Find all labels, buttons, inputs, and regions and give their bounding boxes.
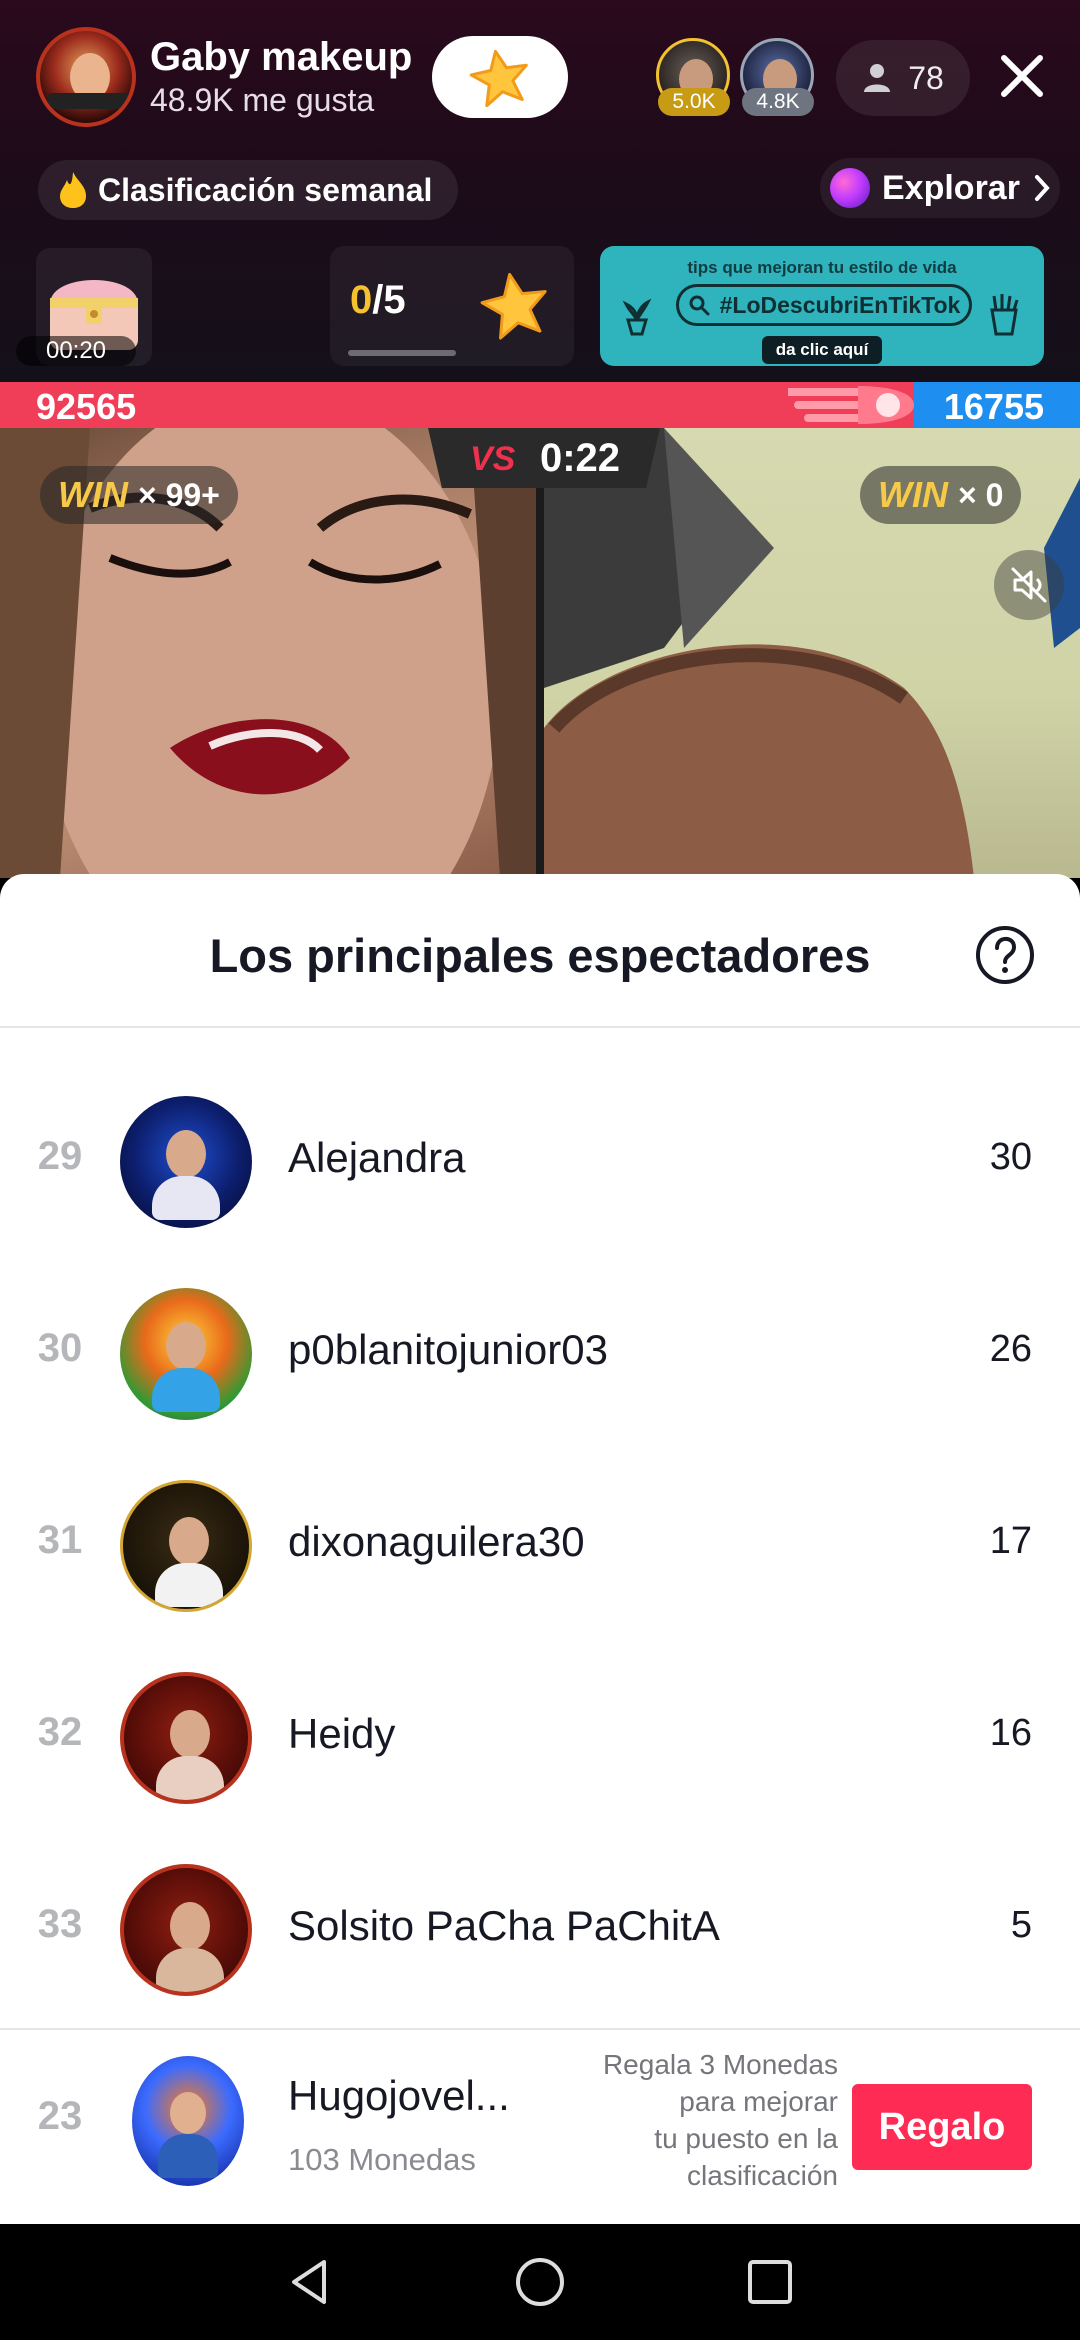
list-item[interactable]: 32 Heidy 16 <box>0 1642 1080 1834</box>
flame-icon <box>60 172 86 208</box>
sheet-divider <box>0 1026 1080 1028</box>
list-item[interactable]: 33 Solsito PaCha PaChitA 5 <box>0 1834 1080 2026</box>
recent-apps-icon[interactable] <box>740 2252 800 2312</box>
rank-number: 30 <box>37 1326 83 1370</box>
promo-banner[interactable]: tips que mejoran tu estilo de vida #LoDe… <box>600 246 1044 366</box>
battle-bar-left <box>0 382 914 428</box>
weekly-ranking-button[interactable]: Clasificación semanal <box>38 160 459 220</box>
battle-score-right: 16755 <box>943 386 1044 427</box>
promo-hashtag: #LoDescubriEnTikTok <box>676 284 972 326</box>
video-divider <box>536 428 544 878</box>
my-ranking-row: 23 Hugojovel... 103 Monedas Regala 3 Mon… <box>0 2028 1080 2224</box>
plant-icon <box>622 298 652 336</box>
viewer-count-value: 78 <box>908 59 944 96</box>
username: Solsito PaCha PaChitA <box>288 1902 720 1949</box>
battle-timer-value: 0:22 <box>539 435 621 480</box>
my-avatar[interactable] <box>132 2056 244 2186</box>
list-item[interactable]: 30 p0blanitojunior03 26 <box>0 1258 1080 1450</box>
search-icon <box>689 295 710 316</box>
host-profile[interactable]: Gaby makeup 48.9K me gusta <box>36 24 412 130</box>
host-avatar[interactable] <box>36 27 136 127</box>
live-header: Gaby makeup 48.9K me gusta 5.0K 4.8K 78 … <box>0 0 1080 382</box>
rank-number: 33 <box>37 1902 83 1946</box>
list-item[interactable]: 29 Alejandra 30 <box>0 1066 1080 1258</box>
username: p0blanitojunior03 <box>288 1326 608 1373</box>
svg-text:VS: VS <box>470 440 516 478</box>
avatar[interactable] <box>120 1672 252 1804</box>
system-nav-bar <box>0 2224 1080 2340</box>
back-icon[interactable] <box>280 2252 340 2312</box>
goal-progress-bar <box>348 350 456 356</box>
top-viewer-badge: 4.8K <box>742 88 814 116</box>
avatar[interactable] <box>120 1096 252 1228</box>
rank-number: 31 <box>37 1518 83 1562</box>
coin-score: 30 <box>989 1136 1032 1178</box>
close-icon[interactable] <box>990 44 1054 108</box>
gift-hint: Regala 3 Monedas para mejorar tu puesto … <box>602 2049 838 2191</box>
battle-score-left: 92565 <box>36 386 137 427</box>
avatar[interactable] <box>120 1480 252 1612</box>
gift-goal[interactable]: 0/5 <box>330 246 574 366</box>
username: Alejandra <box>288 1134 466 1181</box>
battle-score-bar: 92565 16755 <box>0 382 1080 428</box>
my-username: Hugojovel... <box>288 2072 510 2119</box>
mute-button[interactable] <box>994 550 1064 620</box>
avatar[interactable] <box>120 1864 252 1996</box>
sheet-title: Los principales espectadores <box>209 929 871 982</box>
star-icon <box>469 49 528 107</box>
follow-star-button[interactable] <box>432 36 568 118</box>
top-viewers-sheet: Los principales espectadores 29 Alejandr… <box>0 874 1080 2224</box>
coin-score: 17 <box>989 1520 1032 1562</box>
home-icon[interactable] <box>510 2252 570 2312</box>
my-rank-number: 23 <box>37 2094 83 2138</box>
gift-button[interactable]: Regalo <box>852 2084 1032 2170</box>
avatar[interactable] <box>120 1288 252 1420</box>
battle-flame-icon <box>788 386 914 424</box>
fries-icon <box>990 294 1019 336</box>
my-coins: 103 Monedas <box>288 2142 476 2177</box>
weekly-ranking-label: Clasificación semanal <box>98 171 433 208</box>
explore-button[interactable]: Explorar <box>820 158 1060 218</box>
rank-number: 29 <box>37 1134 83 1178</box>
promo-cta[interactable]: da clic aquí <box>762 336 882 364</box>
username: Heidy <box>288 1710 396 1757</box>
win-streak-right: WIN × 0 <box>860 466 1022 524</box>
speaker-muted-icon <box>1011 567 1047 603</box>
star-icon <box>480 272 547 340</box>
chest-timer: 00:20 <box>16 336 136 366</box>
viewer-count[interactable]: 78 <box>836 40 970 116</box>
planet-icon <box>830 168 870 208</box>
win-streak-left: WIN × 99+ <box>40 466 238 524</box>
coin-score: 5 <box>1010 1904 1032 1946</box>
list-item[interactable]: 31 dixonaguilera30 17 <box>0 1450 1080 1642</box>
help-icon[interactable] <box>974 924 1036 986</box>
person-icon <box>864 64 891 92</box>
top-viewer-badge: 5.0K <box>658 88 730 116</box>
vs-icon: VS <box>470 440 516 478</box>
promo-top-text: tips que mejoran tu estilo de vida <box>687 258 957 277</box>
rank-number: 32 <box>37 1710 83 1754</box>
coin-score: 26 <box>989 1328 1032 1370</box>
battle-timer: VS 0:22 <box>428 428 660 488</box>
chevron-right-icon <box>1034 175 1050 201</box>
goal-progress: 0/5 <box>350 278 406 322</box>
explore-label: Explorar <box>882 168 1020 207</box>
host-name: Gaby makeup <box>150 35 413 79</box>
host-likes: 48.9K me gusta <box>150 82 375 118</box>
username: dixonaguilera30 <box>288 1518 585 1565</box>
coin-score: 16 <box>989 1712 1032 1754</box>
